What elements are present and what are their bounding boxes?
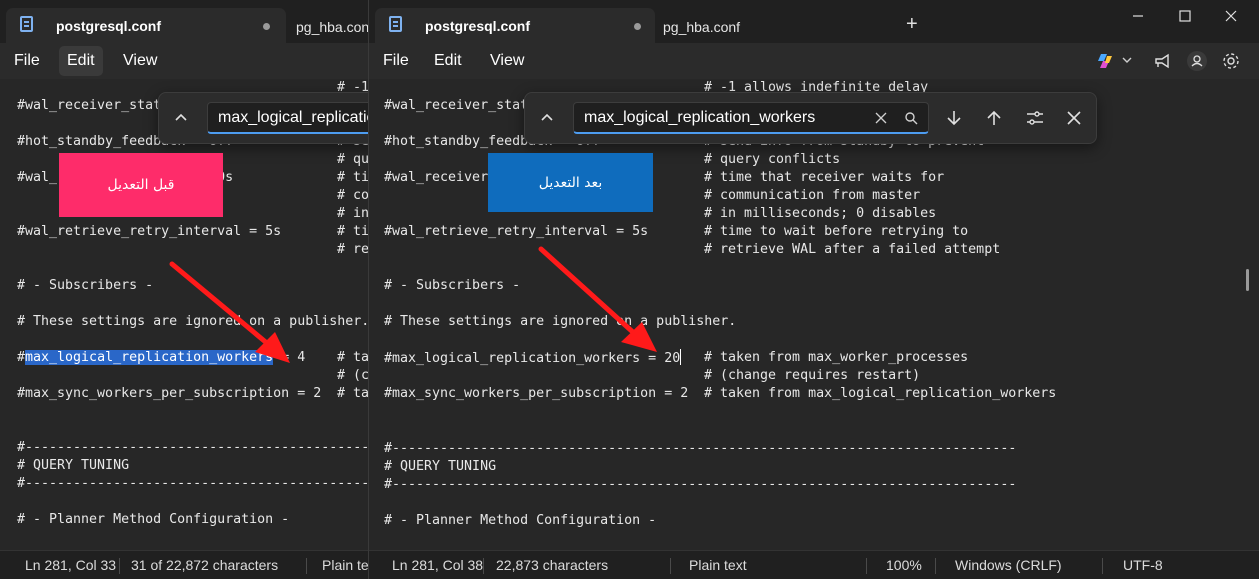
annotation-arrows <box>169 246 657 363</box>
arrow-icon-left <box>169 261 290 363</box>
arrow-icon-right <box>538 246 657 352</box>
